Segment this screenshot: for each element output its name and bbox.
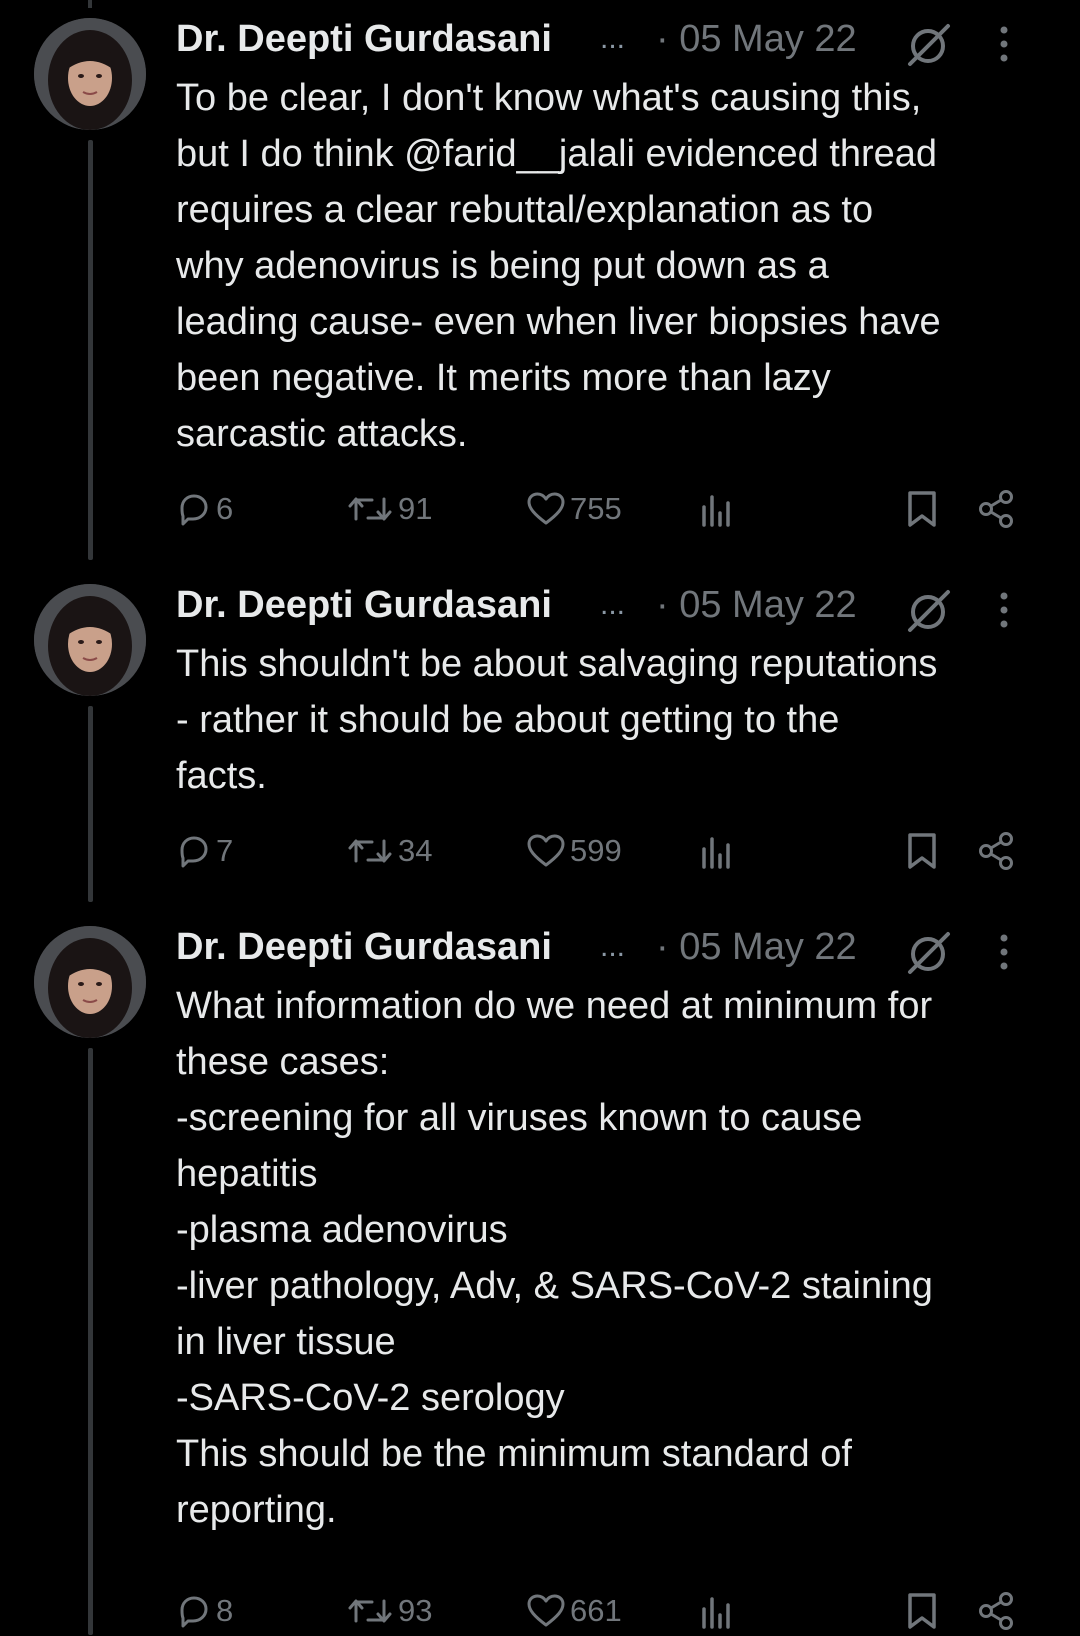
tweet-text: What information do we need at minimum f…	[176, 985, 933, 1531]
like-count: 755	[570, 491, 622, 526]
retweet-button[interactable]: 91	[346, 484, 432, 534]
retweet-count: 93	[398, 1593, 433, 1628]
more-vertical-icon[interactable]	[996, 24, 1012, 64]
tweet[interactable]: Dr. Deepti Gurdasani ... · 05 May 22 Thi…	[0, 566, 1080, 902]
bookmark-icon	[908, 491, 936, 527]
avatar[interactable]	[34, 18, 146, 130]
reply-count: 7	[216, 833, 234, 868]
heart-icon	[527, 1594, 565, 1627]
reply-button[interactable]: 7	[176, 826, 233, 876]
tweet[interactable]: Dr. Deepti Gurdasani ... · 05 May 22 Wha…	[0, 908, 1080, 1635]
tweet-actions: 7 34 599	[176, 826, 1036, 876]
grok-icon[interactable]	[904, 586, 954, 636]
bookmark-button[interactable]	[904, 1586, 940, 1636]
heart-icon	[527, 492, 565, 525]
thread-line	[88, 1048, 93, 1635]
avatar[interactable]	[34, 926, 146, 1038]
tweet-date[interactable]: · 05 May 22	[656, 18, 857, 61]
author-name[interactable]: Dr. Deepti Gurdasani	[176, 926, 552, 969]
share-button[interactable]	[976, 484, 1016, 534]
like-button[interactable]: 661	[526, 1586, 622, 1636]
retweet-icon	[348, 839, 392, 863]
bookmark-button[interactable]	[904, 484, 940, 534]
like-button[interactable]: 599	[526, 826, 622, 876]
share-button[interactable]	[976, 826, 1016, 876]
avatar[interactable]	[34, 584, 146, 696]
tweet-date[interactable]: · 05 May 22	[656, 584, 857, 627]
reply-count: 8	[216, 1593, 234, 1628]
more-vertical-icon[interactable]	[996, 932, 1012, 972]
tweet-actions: 6 91 755	[176, 484, 1036, 534]
share-button[interactable]	[976, 1586, 1016, 1636]
analytics-icon	[702, 837, 730, 869]
reply-icon	[180, 494, 208, 526]
share-icon	[979, 832, 1013, 870]
reply-icon	[180, 836, 208, 868]
name-truncation: ...	[600, 22, 626, 55]
retweet-icon	[348, 497, 392, 521]
thread-line	[88, 140, 93, 560]
retweet-icon	[348, 1599, 392, 1623]
like-button[interactable]: 755	[526, 484, 622, 534]
bookmark-icon	[908, 833, 936, 869]
tweet-actions: 8 93 661	[176, 1586, 1036, 1636]
views-button[interactable]	[696, 826, 736, 876]
tweet-header: Dr. Deepti Gurdasani ... · 05 May 22	[176, 922, 1060, 974]
grok-icon[interactable]	[904, 928, 954, 978]
share-icon	[979, 490, 1013, 528]
bookmark-button[interactable]	[904, 826, 940, 876]
analytics-icon	[702, 495, 730, 527]
like-count: 661	[570, 1593, 622, 1628]
retweet-count: 91	[398, 491, 433, 526]
reply-button[interactable]: 8	[176, 1586, 233, 1636]
tweet-header: Dr. Deepti Gurdasani ... · 05 May 22	[176, 14, 1060, 66]
share-icon	[979, 1592, 1013, 1630]
like-count: 599	[570, 833, 622, 868]
retweet-count: 34	[398, 833, 433, 868]
thread-line	[88, 706, 93, 902]
reply-button[interactable]: 6	[176, 484, 233, 534]
views-button[interactable]	[696, 1586, 736, 1636]
retweet-button[interactable]: 34	[346, 826, 432, 876]
more-vertical-icon[interactable]	[996, 590, 1012, 630]
tweet[interactable]: Dr. Deepti Gurdasani ... · 05 May 22 To …	[0, 0, 1080, 560]
views-button[interactable]	[696, 484, 736, 534]
bookmark-icon	[908, 1593, 936, 1629]
reply-count: 6	[216, 491, 234, 526]
author-name[interactable]: Dr. Deepti Gurdasani	[176, 18, 552, 61]
tweet-header: Dr. Deepti Gurdasani ... · 05 May 22	[176, 580, 1060, 632]
retweet-button[interactable]: 93	[346, 1586, 432, 1636]
analytics-icon	[702, 1597, 730, 1629]
name-truncation: ...	[600, 930, 626, 963]
author-name[interactable]: Dr. Deepti Gurdasani	[176, 584, 552, 627]
grok-icon[interactable]	[904, 20, 954, 70]
name-truncation: ...	[600, 588, 626, 621]
reply-icon	[180, 1596, 208, 1628]
tweet-date[interactable]: · 05 May 22	[656, 926, 857, 969]
heart-icon	[527, 834, 565, 867]
tweet-text: To be clear, I don't know what's causing…	[176, 77, 941, 455]
tweet-text: This shouldn't be about salvaging reputa…	[176, 643, 938, 797]
